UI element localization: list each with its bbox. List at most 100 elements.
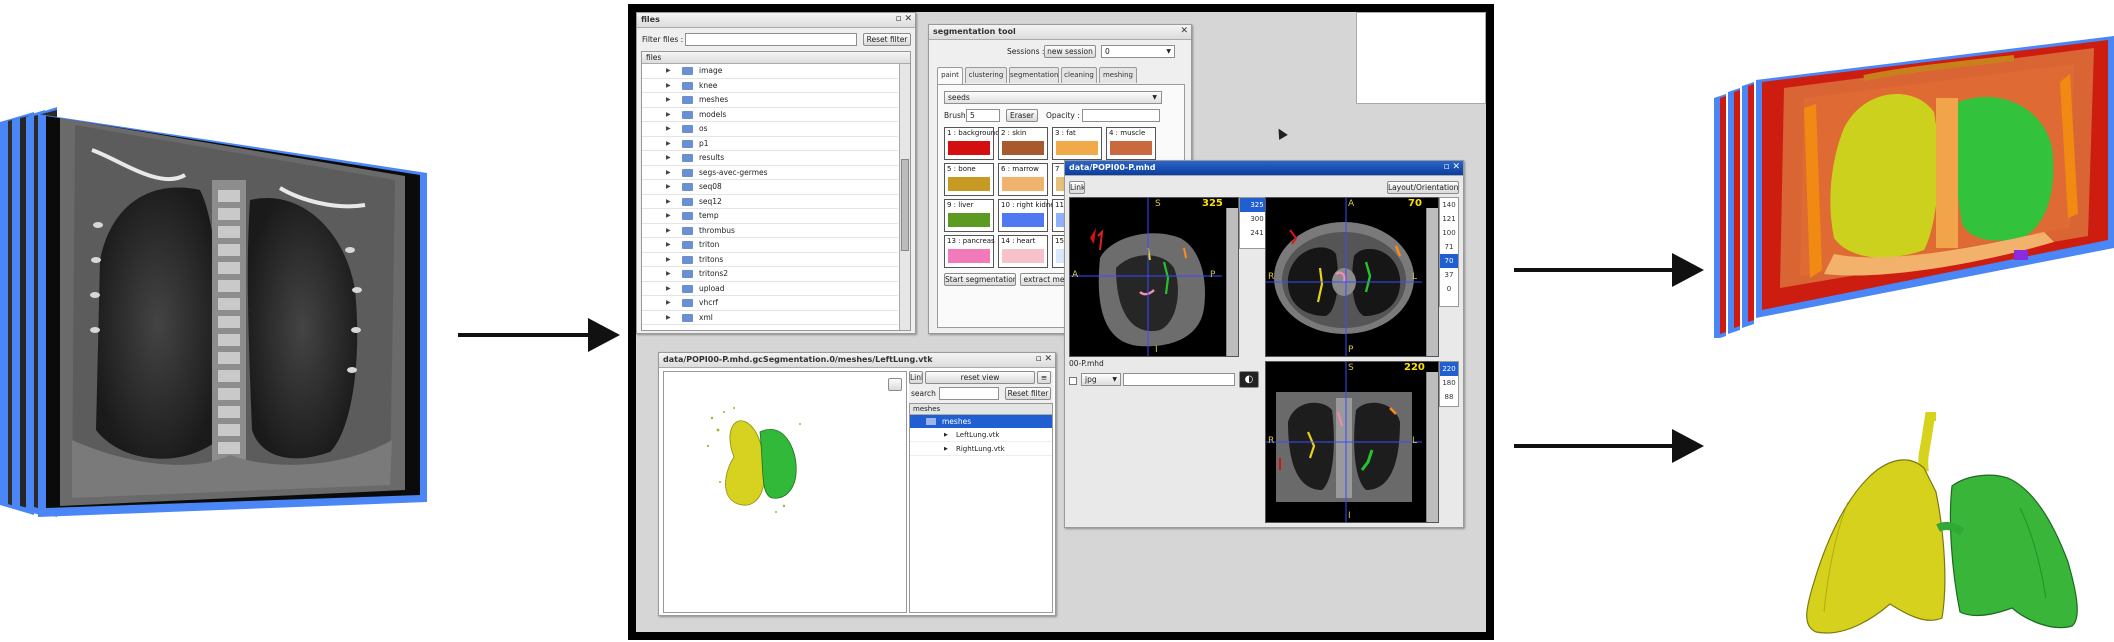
ax-slice-item[interactable]: 37 xyxy=(1440,268,1458,282)
expand-icon[interactable]: ▶ xyxy=(666,311,671,325)
mesh-item-right-lung[interactable]: ▶ RightLung.vtk xyxy=(910,443,1052,456)
brush-size-stepper[interactable]: 5 xyxy=(966,109,1000,122)
meshes-folder-row[interactable]: meshes xyxy=(910,415,1052,428)
mesh-item-left-lung[interactable]: ▶ LeftLung.vtk xyxy=(910,429,1052,442)
ax-slice-item[interactable]: 121 xyxy=(1440,212,1458,226)
reset-view-button[interactable]: reset view xyxy=(925,371,1035,384)
file-tree-item[interactable]: ▶ models xyxy=(642,108,898,122)
file-tree-item[interactable]: ▶ p1 xyxy=(642,137,898,151)
new-session-button[interactable]: new session xyxy=(1044,45,1096,58)
ax-slice-item[interactable]: 71 xyxy=(1440,240,1458,254)
mesh-3d-view[interactable] xyxy=(663,371,907,613)
opacity-slider[interactable] xyxy=(1082,109,1160,122)
filter-input[interactable] xyxy=(685,33,857,46)
cor-slice-item[interactable]: 220 xyxy=(1440,362,1458,376)
ax-slice-slider[interactable] xyxy=(1426,208,1438,356)
label-swatch[interactable]: 9 : liver xyxy=(944,199,994,232)
extract-button[interactable]: extract me xyxy=(1020,273,1068,286)
start-segmentation-button[interactable]: Start segmentation xyxy=(944,273,1016,286)
eraser-button[interactable]: Eraser xyxy=(1006,109,1038,122)
ax-slice-list[interactable]: 140 121 100 71 70 37 0 xyxy=(1439,197,1459,307)
cor-slice-slider[interactable] xyxy=(1426,372,1438,522)
file-tree-item[interactable]: ▶ temp xyxy=(642,209,898,224)
ax-slice-item[interactable]: 100 xyxy=(1440,226,1458,240)
label-swatch[interactable]: 6 : marrow xyxy=(998,163,1048,196)
label-swatch[interactable]: 13 : pancreas xyxy=(944,235,995,268)
reset-filter-button[interactable]: Reset filter xyxy=(863,33,911,46)
mesh-menu-button[interactable]: ≡ xyxy=(1037,371,1051,384)
ax-slice-item[interactable]: 140 xyxy=(1440,198,1458,212)
sagittal-view[interactable]: S I A P 325 xyxy=(1069,197,1239,357)
mesh-reset-filter-button[interactable]: Reset filter xyxy=(1005,387,1051,400)
sag-slice-slider[interactable] xyxy=(1226,208,1238,356)
mesh-link-button[interactable]: Link xyxy=(909,371,923,384)
file-tree-item[interactable]: ▶ upload xyxy=(642,282,898,296)
label-swatch[interactable]: 5 : bone xyxy=(944,163,994,196)
expand-icon[interactable]: ▶ xyxy=(666,151,671,165)
file-tree-item[interactable]: ▶ vhcrf xyxy=(642,296,898,311)
contrast-icon[interactable]: ◐ xyxy=(1239,371,1259,388)
file-tree-item[interactable]: ▶ thrombus xyxy=(642,224,898,238)
file-tree-item[interactable]: ▶ seq12 xyxy=(642,195,898,209)
file-tree-item[interactable]: ▶ tritons xyxy=(642,253,898,267)
expand-icon[interactable]: ▶ xyxy=(666,195,671,209)
expand-icon[interactable]: ▶ xyxy=(666,267,671,281)
expand-icon[interactable]: ▶ xyxy=(666,180,671,194)
expand-icon[interactable]: ▶ xyxy=(666,64,671,78)
mesh-search-input[interactable] xyxy=(939,387,999,400)
tab-paint[interactable]: paint xyxy=(937,67,963,84)
expand-icon[interactable]: ▶ xyxy=(666,253,671,267)
expand-icon[interactable]: ▶ xyxy=(666,122,671,136)
file-tree-item[interactable]: ▶ results xyxy=(642,151,898,166)
scroll-thumb[interactable] xyxy=(901,159,909,251)
tab-clustering[interactable]: clustering xyxy=(965,67,1007,83)
cor-slice-item[interactable]: 180 xyxy=(1440,376,1458,390)
ax-slice-item[interactable]: 0 xyxy=(1440,282,1458,296)
tab-cleaning[interactable]: cleaning xyxy=(1061,67,1097,83)
file-tree-item[interactable]: ▶ seq08 xyxy=(642,180,898,195)
tab-meshing[interactable]: meshing xyxy=(1099,67,1137,83)
expand-icon[interactable]: ▶ xyxy=(666,238,671,252)
filename-input[interactable] xyxy=(1123,373,1235,386)
mode-select[interactable]: seeds ▼ xyxy=(944,91,1162,104)
label-swatch[interactable]: 10 : right kidney xyxy=(998,199,1059,232)
expand-icon[interactable]: ▶ xyxy=(666,108,671,122)
view-option-button[interactable] xyxy=(888,378,902,391)
window-controls-icon[interactable]: ▫ ✕ xyxy=(1035,354,1052,364)
label-swatch[interactable]: 2 : skin xyxy=(998,127,1048,160)
expand-icon[interactable]: ▶ xyxy=(666,137,671,151)
file-tree-item[interactable]: ▶ triton xyxy=(642,238,898,253)
coronal-view[interactable]: S I R L 220 xyxy=(1265,361,1439,523)
file-tree-item[interactable]: ▶ xml xyxy=(642,311,898,325)
expand-icon[interactable]: ▶ xyxy=(666,296,671,310)
layout-orientation-button[interactable]: Layout/Orientation xyxy=(1387,181,1459,194)
file-tree-item[interactable]: ▶ meshes xyxy=(642,93,898,108)
file-tree-item[interactable]: ▶ tritons2 xyxy=(642,267,898,282)
format-select[interactable]: jpg ▼ xyxy=(1081,373,1121,386)
file-checkbox[interactable] xyxy=(1069,377,1077,385)
file-tree-item[interactable]: ▶ knee xyxy=(642,79,898,93)
cor-slice-item[interactable]: 88 xyxy=(1440,390,1458,404)
expand-icon[interactable]: ▶ xyxy=(666,93,671,107)
ax-slice-item[interactable]: 70 xyxy=(1440,254,1458,268)
file-tree-item[interactable]: ▶ image xyxy=(642,64,898,79)
window-controls-icon[interactable]: ▫ ✕ xyxy=(1443,162,1460,172)
expand-icon[interactable]: ▶ xyxy=(666,209,671,223)
axial-view[interactable]: A P R L 70 xyxy=(1265,197,1439,357)
file-tree-item[interactable]: ▶ segs-avec-germes xyxy=(642,166,898,180)
label-swatch[interactable]: 1 : background xyxy=(944,127,1000,160)
viewer-link-button[interactable]: Link xyxy=(1069,181,1085,194)
tab-segmentation[interactable]: segmentation xyxy=(1009,67,1059,83)
expand-icon[interactable]: ▶ xyxy=(666,79,671,93)
label-swatch[interactable]: 3 : fat xyxy=(1052,127,1102,160)
expand-icon[interactable]: ▶ xyxy=(666,166,671,180)
expand-icon[interactable]: ▶ xyxy=(666,224,671,238)
label-swatch[interactable]: 14 : heart xyxy=(998,235,1048,268)
files-scrollbar[interactable] xyxy=(899,64,910,330)
cor-slice-list[interactable]: 220 180 88 xyxy=(1439,361,1459,407)
file-tree-item[interactable]: ▶ os xyxy=(642,122,898,137)
close-icon[interactable]: ✕ xyxy=(1180,26,1188,36)
window-controls-icon[interactable]: ▫ ✕ xyxy=(895,14,912,24)
expand-icon[interactable]: ▶ xyxy=(666,282,671,296)
session-select[interactable]: 0 ▼ xyxy=(1101,45,1175,58)
